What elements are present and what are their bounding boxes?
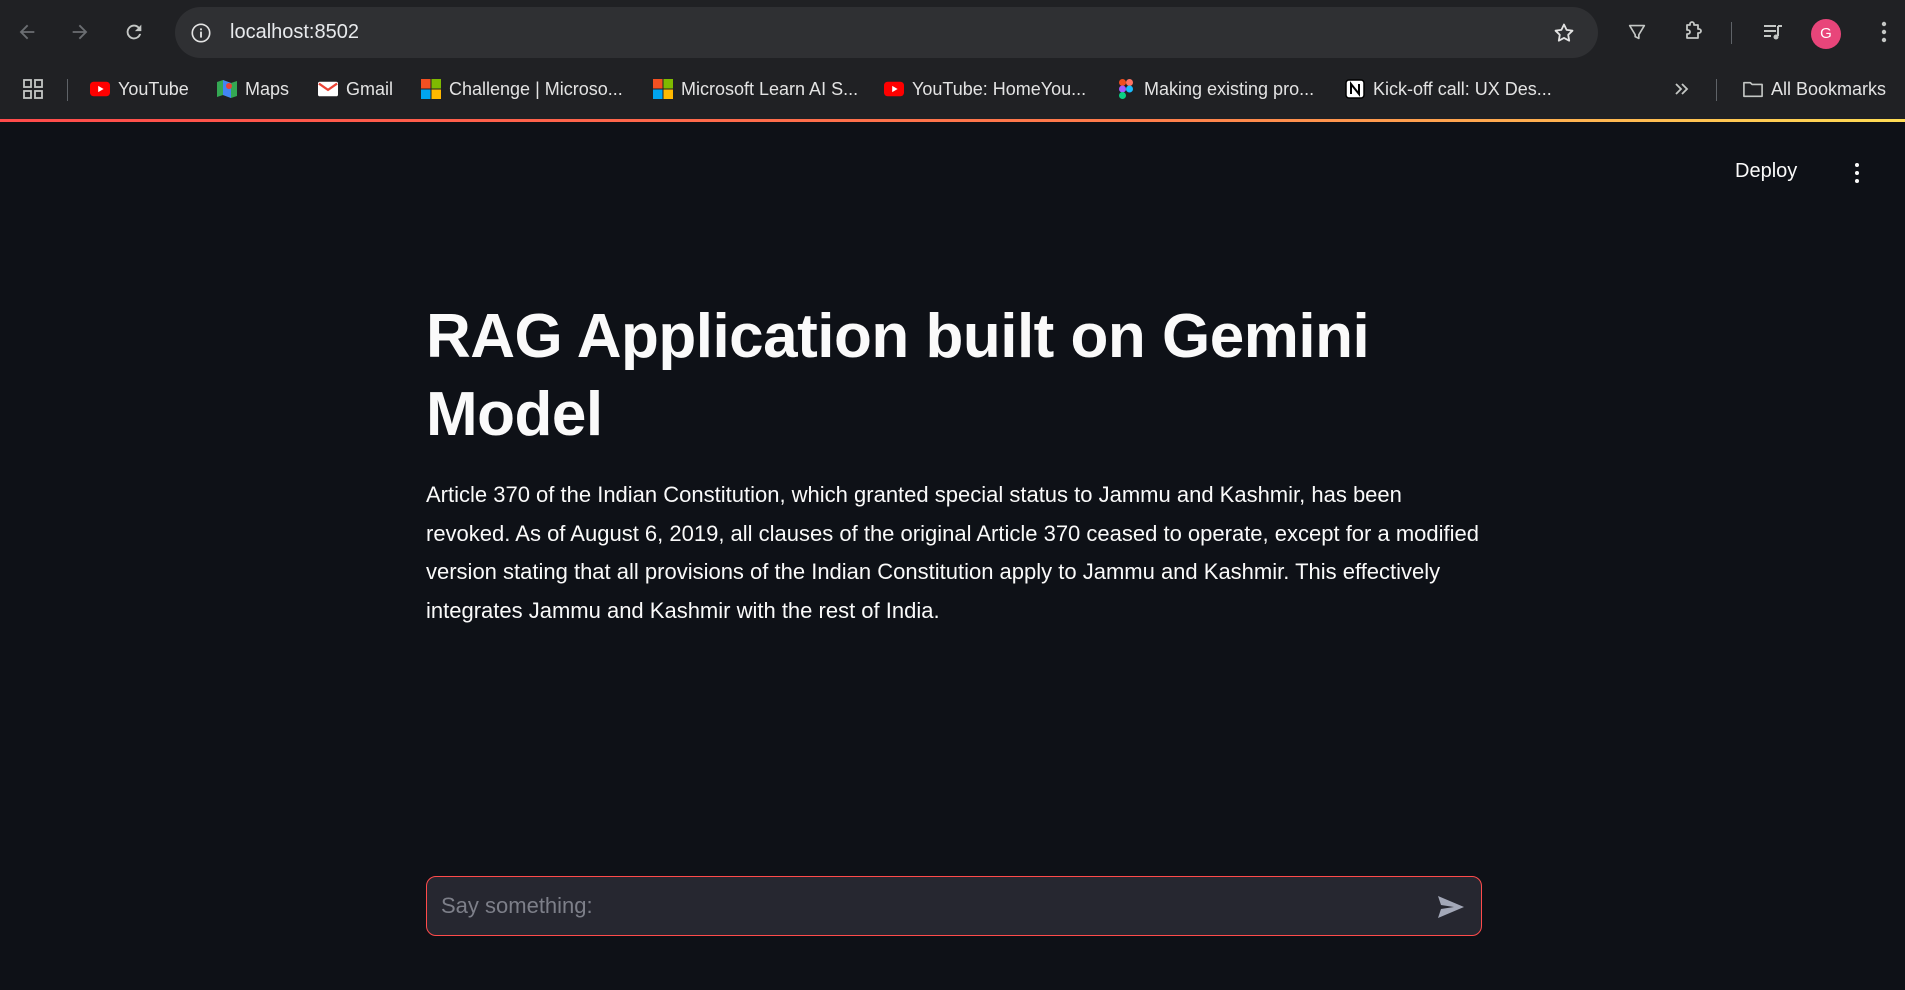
bookmark-microsoft-learn[interactable]: Microsoft Learn AI S...: [653, 67, 858, 111]
bookmarks-bar: YouTube Maps Gmail Challenge | Microso..…: [0, 67, 1905, 121]
browser-toolbar: localhost:8502 G: [0, 0, 1905, 67]
bookmark-label: Maps: [245, 78, 290, 99]
all-bookmarks-button[interactable]: All Bookmarks: [1743, 67, 1886, 111]
apps-grid-icon: [23, 79, 43, 99]
forward-button[interactable]: [62, 14, 98, 50]
bookmark-notion[interactable]: Kick-off call: UX Des...: [1345, 67, 1552, 111]
url-text[interactable]: localhost:8502: [230, 7, 359, 58]
bookmark-youtube[interactable]: YouTube: [90, 67, 189, 111]
page-title: RAG Application built on Gemini Model: [426, 302, 1370, 449]
forward-arrow-icon: [72, 24, 88, 40]
bookmark-label: Microsoft Learn AI S...: [681, 78, 859, 99]
youtube-icon: [884, 79, 904, 99]
all-bookmarks-label: All Bookmarks: [1771, 78, 1887, 99]
profile-avatar[interactable]: G: [1811, 19, 1841, 49]
microsoft-icon: [653, 79, 673, 99]
notion-icon: [1345, 79, 1365, 99]
send-icon: [1438, 896, 1464, 918]
app-menu-icon[interactable]: [1845, 158, 1869, 188]
bookmark-label: Gmail: [346, 78, 394, 99]
bookmark-label: Kick-off call: UX Des...: [1373, 78, 1552, 99]
deploy-button[interactable]: Deploy: [1735, 160, 1797, 183]
bookmark-youtube-homeyou[interactable]: YouTube: HomeYou...: [884, 67, 1086, 111]
address-bar[interactable]: localhost:8502: [175, 7, 1598, 58]
back-arrow-icon: [19, 24, 35, 40]
bookmark-maps[interactable]: Maps: [217, 67, 289, 111]
bookmark-label: YouTube: HomeYou...: [912, 78, 1087, 99]
reload-icon: [126, 24, 142, 40]
extension-filter-icon[interactable]: [1620, 15, 1654, 49]
media-control-icon[interactable]: [1756, 15, 1790, 49]
maps-icon: [217, 79, 237, 99]
bookmark-label: Challenge | Microso...: [449, 78, 623, 99]
folder-icon: [1743, 79, 1763, 99]
bookmarks-divider: [67, 79, 68, 101]
bookmark-star-icon[interactable]: [1550, 19, 1578, 47]
reload-button[interactable]: [116, 14, 152, 50]
site-info-icon[interactable]: [187, 19, 215, 47]
bookmark-figma[interactable]: Making existing pro...: [1116, 67, 1314, 111]
chrome-menu-icon[interactable]: [1867, 15, 1901, 49]
toolbar-divider: [1731, 22, 1732, 44]
bookmarks-divider: [1716, 79, 1717, 101]
answer-text: Article 370 of the Indian Constitution, …: [426, 482, 1479, 623]
bookmark-label: Making existing pro...: [1144, 78, 1315, 99]
microsoft-icon: [421, 79, 441, 99]
chevron-double-right-icon: [1672, 79, 1692, 99]
youtube-icon: [90, 79, 110, 99]
bookmark-label: YouTube: [118, 78, 189, 99]
gmail-icon: [318, 79, 338, 99]
send-button[interactable]: [1435, 891, 1467, 923]
more-bookmarks-button[interactable]: [1672, 67, 1692, 111]
chat-input[interactable]: [439, 877, 1399, 935]
chat-input-container: [426, 876, 1482, 936]
bookmark-challenge-microsoft[interactable]: Challenge | Microso...: [421, 67, 623, 111]
figma-icon: [1116, 79, 1136, 99]
apps-grid-button[interactable]: [22, 67, 44, 111]
bookmark-gmail[interactable]: Gmail: [318, 67, 393, 111]
app-main: Deploy RAG Application built on Gemini M…: [0, 122, 1905, 990]
back-button[interactable]: [9, 14, 45, 50]
extensions-puzzle-icon[interactable]: [1676, 15, 1710, 49]
